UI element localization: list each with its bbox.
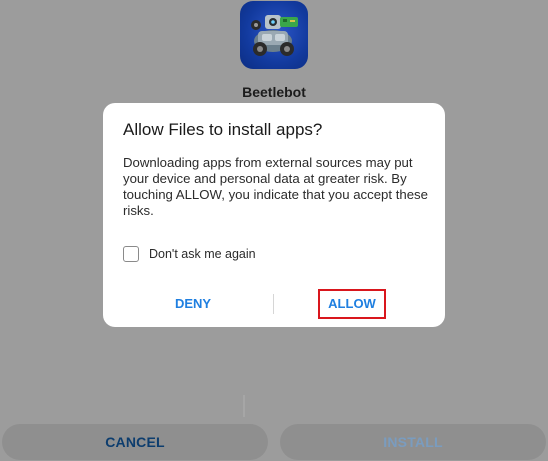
dont-ask-again-row[interactable]: Don't ask me again	[123, 244, 256, 264]
install-button[interactable]: INSTALL	[280, 424, 546, 460]
dont-ask-again-checkbox[interactable]	[123, 246, 139, 262]
dialog-title: Allow Files to install apps?	[123, 120, 323, 139]
app-name: Beetlebot	[242, 84, 306, 100]
robot-icon	[251, 15, 298, 56]
install-permission-dialog: Allow Files to install apps? Downloading…	[103, 103, 445, 327]
install-screen: Beetlebot CANCEL INSTALL Allow Files to …	[0, 0, 548, 461]
dialog-message: Downloading apps from external sources m…	[123, 155, 428, 218]
button-divider	[273, 294, 274, 314]
allow-button[interactable]: ALLOW	[318, 289, 386, 319]
cancel-button[interactable]: CANCEL	[2, 424, 268, 460]
dont-ask-again-label: Don't ask me again	[149, 247, 256, 261]
deny-button[interactable]: DENY	[143, 289, 243, 319]
divider	[243, 395, 245, 417]
app-icon	[240, 1, 308, 69]
